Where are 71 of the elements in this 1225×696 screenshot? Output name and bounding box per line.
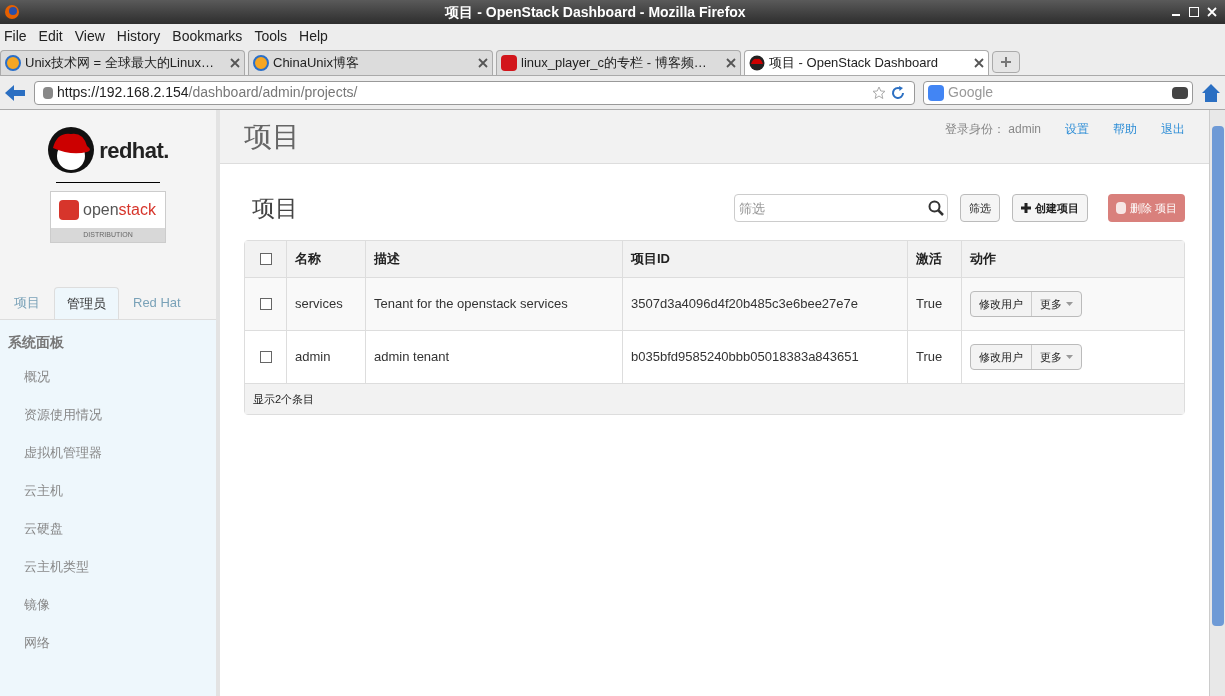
logo-icon (501, 55, 517, 71)
close-icon[interactable] (974, 58, 984, 68)
new-tab-button[interactable] (992, 51, 1020, 73)
edit-user-button[interactable]: 修改用户 (971, 345, 1032, 369)
more-dropdown[interactable]: 更多 (1032, 292, 1081, 316)
select-all-checkbox[interactable] (259, 253, 272, 265)
panel-title: 项目 (251, 193, 299, 223)
url-text: https://192.168.2.154/dashboard/admin/projects/ (57, 83, 358, 102)
plus-icon (1020, 203, 1031, 213)
tab-title: linux_player_c的专栏 - 博客频… (521, 54, 708, 73)
page-title: 项目 (244, 119, 301, 154)
close-icon[interactable] (230, 58, 240, 68)
close-icon[interactable] (726, 58, 736, 68)
close-icon[interactable] (478, 58, 488, 68)
menu-item[interactable]: History (116, 26, 161, 47)
reload-icon[interactable] (890, 84, 906, 101)
edit-user-button[interactable]: 修改用户 (971, 292, 1032, 316)
hat-icon (749, 55, 765, 71)
globe-icon (5, 55, 21, 71)
column-header: 项目ID (631, 250, 670, 269)
tab-title: 项目 - OpenStack Dashboard (769, 54, 940, 73)
column-header: 动作 (970, 250, 996, 269)
browser-tab[interactable]: linux_player_c的专栏 - 博客频… (496, 50, 741, 75)
table-cell-text: services (295, 295, 343, 314)
table-cell-text: True (916, 348, 943, 367)
menu-item[interactable]: Bookmarks (172, 26, 243, 47)
menu-item[interactable]: View (74, 26, 105, 47)
table-cell-text: Tenant for the openstack services (374, 295, 568, 314)
table-cell-text: b035bfd9585240bbb05018383a843651 (631, 348, 859, 367)
globe-icon (253, 55, 269, 71)
sidebar-tab[interactable]: 管理员 (54, 287, 119, 319)
caret-icon (1066, 302, 1073, 306)
scrollbar[interactable] (1209, 110, 1225, 696)
browser-tab[interactable]: 项目 - OpenStack Dashboard (744, 50, 989, 75)
more-dropdown[interactable]: 更多 (1032, 345, 1081, 369)
column-header: 名称 (295, 250, 321, 269)
create-project-button[interactable]: 创建项目 (1011, 194, 1088, 222)
menu-item[interactable]: Tools (254, 26, 288, 47)
login-info: 登录身份： admin (944, 121, 1041, 138)
maximize-icon[interactable] (1189, 7, 1199, 17)
search-icon (927, 200, 944, 216)
tab-title: ChinaUnix博客 (273, 54, 360, 73)
table-cell-text: admin (295, 348, 331, 367)
table-cell-text: 3507d3a4096d4f20b485c3e6bee27e7e (631, 295, 858, 314)
table-cell-text: True (916, 295, 943, 314)
tab-title: Unix技术网 = 全球最大的Linux… (25, 54, 215, 73)
browser-icon (4, 4, 20, 20)
menu-item[interactable]: Edit (38, 26, 63, 47)
back-arrow-icon[interactable] (4, 83, 26, 102)
section-heading: 系统面板 (7, 333, 65, 352)
filter-button[interactable]: 筛选 (959, 194, 1000, 222)
row-checkbox[interactable] (259, 298, 272, 310)
plus-icon (1000, 56, 1012, 68)
redhat-logo: redhat. (47, 126, 169, 174)
browser-tab[interactable]: Unix技术网 = 全球最大的Linux… (0, 50, 245, 75)
browser-tab[interactable]: ChinaUnix博客 (248, 50, 493, 75)
column-header: 描述 (374, 250, 400, 269)
menu-item[interactable]: File (4, 26, 27, 47)
sidebar-item[interactable]: 镜像 (0, 586, 216, 624)
column-header: 激活 (916, 250, 942, 269)
caret-icon (1066, 355, 1073, 359)
star-icon[interactable] (872, 85, 886, 100)
address-bar[interactable]: https://192.168.2.154/dashboard/admin/projects/ (34, 80, 915, 105)
row-checkbox[interactable] (259, 351, 272, 363)
table-cell-text: admin tenant (374, 348, 450, 367)
window-title: 项目 - OpenStack Dashboard - Mozilla Firefox (443, 2, 747, 22)
menu-item[interactable]: Help (299, 26, 328, 47)
filter-field[interactable]: 筛选 (733, 194, 948, 222)
sidebar-item[interactable]: 概况 (0, 358, 216, 396)
item-count: 显示2个条目 (253, 391, 315, 407)
home-icon[interactable] (1201, 82, 1221, 103)
